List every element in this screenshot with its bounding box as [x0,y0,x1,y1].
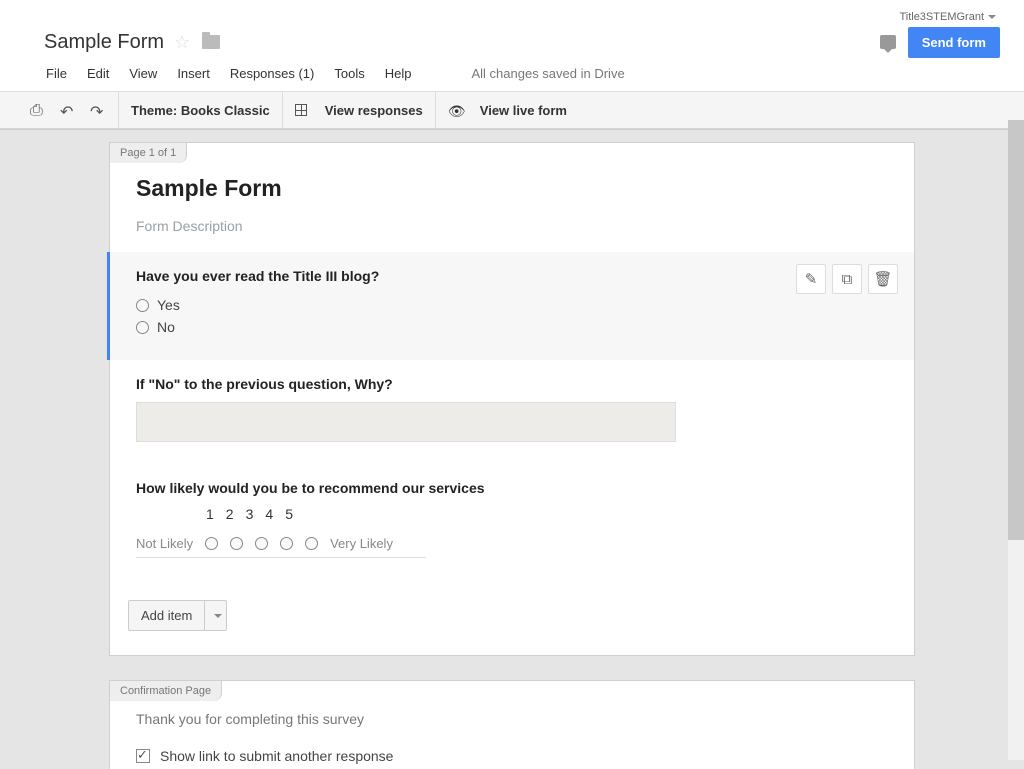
toolbar: Theme: Books Classic View responses 👁 Vi… [0,91,1024,129]
scrollbar-thumb[interactable] [1008,120,1024,540]
chat-icon[interactable] [880,35,896,49]
menu-tools[interactable]: Tools [334,66,364,81]
question-1-option-no[interactable]: No [136,316,888,338]
paragraph-text-input[interactable] [136,402,676,442]
menu-insert[interactable]: Insert [177,66,210,81]
scale-num-5: 5 [285,506,293,522]
add-item-dropdown[interactable] [205,600,227,631]
confirmation-page: Confirmation Page Thank you for completi… [109,680,915,769]
option-label: Yes [157,297,180,313]
confirmation-message[interactable]: Thank you for completing this survey [132,711,892,727]
scale-radio-1[interactable] [205,537,218,550]
theme-prefix: Theme: [131,103,181,118]
theme-picker[interactable]: Theme: Books Classic [119,92,282,128]
send-form-button[interactable]: Send form [908,27,1000,58]
caret-down-icon [214,614,222,618]
folder-icon[interactable] [202,35,220,49]
workspace: Page 1 of 1 Sample Form Form Description… [0,129,1024,769]
scale-radio-3[interactable] [255,537,268,550]
scale-num-1: 1 [206,506,214,522]
question-3-title: How likely would you be to recommend our… [136,480,888,496]
question-2-title: If "No" to the previous question, Why? [136,376,888,392]
view-live-form-button[interactable]: 👁 View live form [436,92,579,128]
star-icon[interactable]: ☆ [174,32,190,53]
question-1-title: Have you ever read the Title III blog? [136,268,888,284]
duplicate-icon[interactable]: ⧉ [832,264,862,294]
add-item-button[interactable]: Add item [128,600,205,631]
account-menu-caret-icon[interactable] [988,15,996,19]
scale-num-4: 4 [265,506,273,522]
scrollbar[interactable] [1008,120,1024,760]
form-title[interactable]: Sample Form [136,175,888,202]
menu-help[interactable]: Help [385,66,412,81]
scale-num-3: 3 [246,506,254,522]
menu-responses[interactable]: Responses (1) [230,66,315,81]
scale-high-label: Very Likely [330,536,393,551]
question-1-option-yes[interactable]: Yes [136,294,888,316]
checkbox-checked-icon [136,749,150,763]
question-2[interactable]: If "No" to the previous question, Why? [110,360,914,464]
scale-radio-2[interactable] [230,537,243,550]
account-name[interactable]: Title3STEMGrant [899,11,984,23]
confirmation-tab: Confirmation Page [109,680,222,701]
person-view-icon: 👁 [448,103,462,117]
view-live-label: View live form [480,103,567,118]
option-label: Show link to submit another response [160,748,393,764]
form-page: Page 1 of 1 Sample Form Form Description… [109,142,915,656]
edit-icon[interactable]: ✎ [796,264,826,294]
view-responses-button[interactable]: View responses [283,92,435,128]
document-title[interactable]: Sample Form [44,31,164,54]
delete-icon[interactable]: 🗑 [868,264,898,294]
form-description[interactable]: Form Description [136,218,888,234]
undo-icon[interactable] [60,102,76,118]
print-icon[interactable] [30,102,46,118]
menu-file[interactable]: File [46,66,67,81]
grid-icon [295,104,307,116]
radio-icon [136,299,149,312]
menu-view[interactable]: View [129,66,157,81]
page-indicator-tab: Page 1 of 1 [109,142,187,163]
redo-icon[interactable] [90,102,106,118]
option-show-submit-link[interactable]: Show link to submit another response [132,743,892,769]
save-status: All changes saved in Drive [471,66,624,81]
question-1[interactable]: ✎ ⧉ 🗑 Have you ever read the Title III b… [107,252,914,360]
scale-radio-5[interactable] [305,537,318,550]
question-3[interactable]: How likely would you be to recommend our… [110,464,914,580]
view-responses-label: View responses [325,103,423,118]
scale-num-2: 2 [226,506,234,522]
theme-name: Books Classic [181,103,270,118]
radio-icon [136,321,149,334]
scale-low-label: Not Likely [136,536,193,551]
scale-radio-4[interactable] [280,537,293,550]
option-label: No [157,319,175,335]
menu-bar: File Edit View Insert Responses (1) Tool… [44,58,1006,91]
menu-edit[interactable]: Edit [87,66,109,81]
